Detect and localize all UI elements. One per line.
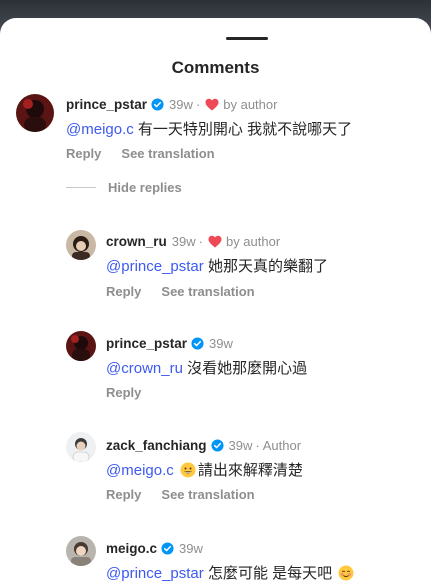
liked-by-author-label: by author	[223, 97, 278, 112]
see-translation-button[interactable]: See translation	[161, 487, 254, 502]
comment-time: 39w	[209, 336, 233, 351]
comment-username[interactable]: zack_fanchiang	[106, 438, 207, 453]
liked-by-author-label: by author	[225, 234, 281, 249]
comment-body: 怎麼可能 是每天吧	[203, 565, 333, 581]
comment-username[interactable]: prince_pstar	[106, 336, 187, 351]
comment-text: @prince_pstar 怎麼可能 是每天吧	[106, 562, 356, 581]
comment-actions: Reply See translation	[106, 284, 275, 299]
comment-body: 有一天特別開心 我就不說哪天了	[133, 121, 353, 138]
comment-text: @crown_ru 沒看她那麼開心過	[106, 357, 307, 378]
separator-dot: ·	[255, 438, 260, 453]
reply-button[interactable]: Reply	[106, 385, 141, 400]
comment-username[interactable]: crown_ru	[106, 234, 167, 249]
comment-text: @meigo.c 請出來解釋清楚	[106, 459, 303, 480]
avatar[interactable]	[66, 331, 96, 361]
comment-time: 39w	[171, 234, 196, 249]
heart-icon	[205, 98, 219, 111]
verified-badge-icon	[191, 337, 204, 350]
reply-button[interactable]: Reply	[106, 284, 141, 299]
comment-text: @prince_pstar 她那天真的樂翻了	[106, 255, 328, 276]
hide-replies-button[interactable]: Hide replies	[66, 180, 182, 195]
reply-button[interactable]: Reply	[106, 487, 141, 502]
comment-text: @meigo.c 有一天特別開心 我就不說哪天了	[66, 118, 352, 139]
blush-emoji-icon	[338, 565, 354, 581]
comment-time: 39w	[169, 97, 193, 112]
comment-meta: prince_pstar 39w	[106, 336, 233, 351]
verified-badge-icon	[151, 98, 164, 111]
comments-sheet: Comments prince_pstar 39w · by author @m…	[0, 18, 431, 581]
comment-body: 她那天真的樂翻了	[203, 258, 328, 275]
comment-time: 39w	[179, 541, 203, 556]
comment-actions: Reply See translation	[66, 146, 235, 161]
avatar[interactable]	[16, 94, 54, 132]
comment-time: 39w	[228, 438, 253, 453]
comment-meta: meigo.c 39w	[106, 541, 203, 556]
comment-username[interactable]: meigo.c	[106, 541, 157, 556]
comment-body: 沒看她那麼開心過	[182, 360, 308, 377]
comment-actions: Reply See translation	[106, 487, 275, 502]
drag-handle[interactable]	[226, 37, 268, 40]
thread-line	[66, 187, 96, 188]
mention-link[interactable]: @prince_pstar	[106, 258, 204, 275]
comment-meta: prince_pstar 39w · by author	[66, 97, 277, 112]
separator-dot: ·	[195, 97, 201, 112]
mention-link[interactable]: @meigo.c	[66, 121, 134, 138]
comment-body: 請出來解釋清楚	[197, 462, 303, 479]
see-translation-button[interactable]: See translation	[121, 146, 214, 161]
grin-emoji-icon	[180, 462, 196, 478]
mention-link[interactable]: @crown_ru	[106, 360, 183, 377]
mention-link[interactable]: @meigo.c	[106, 462, 174, 479]
comment-meta: zack_fanchiang 39w · Author	[106, 438, 301, 453]
see-translation-button[interactable]: See translation	[161, 284, 254, 299]
mention-link[interactable]: @prince_pstar	[106, 565, 204, 581]
separator-dot: ·	[198, 234, 203, 249]
avatar[interactable]	[66, 536, 96, 566]
comment-meta: crown_ru 39w · by author	[106, 234, 280, 249]
sheet-title: Comments	[171, 58, 260, 77]
author-label: Author	[262, 438, 302, 453]
hide-replies-label: Hide replies	[108, 180, 182, 195]
reply-button[interactable]: Reply	[66, 146, 101, 161]
comment-actions: Reply	[106, 385, 161, 400]
comment-username[interactable]: prince_pstar	[66, 97, 147, 112]
verified-badge-icon	[161, 542, 174, 555]
verified-badge-icon	[211, 439, 224, 452]
avatar[interactable]	[66, 432, 96, 462]
heart-icon	[208, 235, 222, 248]
avatar[interactable]	[66, 230, 96, 260]
